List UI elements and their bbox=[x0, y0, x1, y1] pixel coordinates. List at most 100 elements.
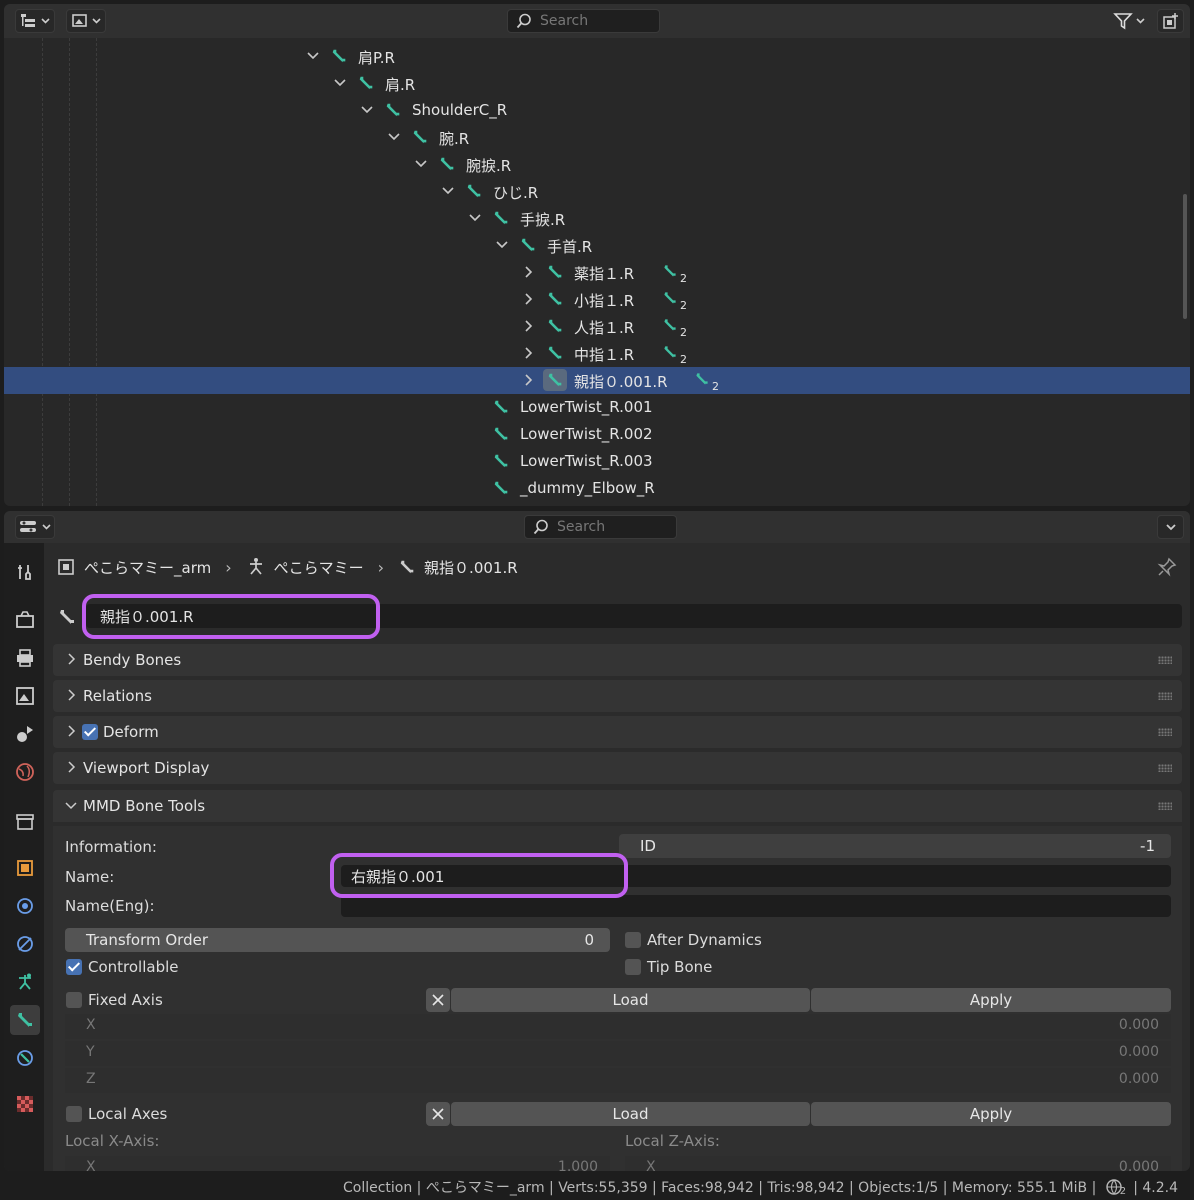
child-bones-icon[interactable] bbox=[662, 344, 678, 362]
fixed-axis-clear-button[interactable] bbox=[426, 988, 450, 1012]
tree-row[interactable]: 肩P.R bbox=[4, 43, 1190, 70]
transform-order-value: 0 bbox=[584, 931, 594, 949]
bone-icon bbox=[492, 209, 510, 227]
tree-row[interactable]: 小指１.R 2 bbox=[4, 286, 1190, 313]
id-field[interactable]: ID -1 bbox=[619, 834, 1171, 858]
tree-row[interactable]: ひじ.R bbox=[4, 178, 1190, 205]
panel-viewport-display[interactable]: Viewport Display bbox=[53, 752, 1182, 784]
editor-type-button[interactable] bbox=[15, 515, 55, 539]
tree-row[interactable]: 薬指１.R 2 bbox=[4, 259, 1190, 286]
tree-row[interactable]: 腕.R bbox=[4, 124, 1190, 151]
tab-constraints[interactable] bbox=[10, 929, 40, 959]
tree-row[interactable]: 人指１.R 2 bbox=[4, 313, 1190, 340]
child-bones-icon[interactable] bbox=[662, 317, 678, 335]
properties-search-field[interactable]: Search bbox=[524, 515, 677, 539]
fixed-axis-apply-button[interactable]: Apply bbox=[811, 988, 1171, 1012]
tree-row[interactable]: LowerTwist_R.003 bbox=[4, 448, 1190, 475]
child-count: 2 bbox=[680, 326, 687, 339]
tree-row[interactable]: LowerTwist_R.001 bbox=[4, 394, 1190, 421]
filter-button[interactable] bbox=[1108, 9, 1150, 33]
tree-row[interactable]: 腕捩.R bbox=[4, 151, 1190, 178]
chevron-down-icon[interactable] bbox=[333, 76, 347, 90]
chevron-right-icon[interactable] bbox=[522, 292, 536, 306]
tab-object[interactable] bbox=[10, 853, 40, 883]
options-dropdown-button[interactable] bbox=[1157, 515, 1184, 539]
drag-grip-icon[interactable] bbox=[1158, 764, 1172, 772]
tree-row[interactable]: 肩.R bbox=[4, 70, 1190, 97]
chevron-down-icon[interactable] bbox=[387, 130, 401, 144]
tab-scene[interactable] bbox=[10, 719, 40, 749]
chevron-right-icon[interactable] bbox=[522, 265, 536, 279]
drag-grip-icon[interactable] bbox=[1158, 692, 1172, 700]
tree-row[interactable]: LowerTwist_R.002 bbox=[4, 421, 1190, 448]
tab-world[interactable] bbox=[10, 757, 40, 787]
drag-grip-icon[interactable] bbox=[1158, 656, 1172, 664]
pin-icon[interactable] bbox=[1157, 557, 1177, 577]
fixed-axis-z-field[interactable]: Z 0.000 bbox=[65, 1068, 1171, 1093]
chevron-down-icon[interactable] bbox=[306, 49, 320, 63]
panel-bendy-bones[interactable]: Bendy Bones bbox=[53, 644, 1182, 676]
after-dynamics-checkbox[interactable] bbox=[625, 932, 641, 948]
tree-row[interactable]: 手首.R bbox=[4, 232, 1190, 259]
bone-icon bbox=[519, 236, 537, 254]
local-axes-load-button[interactable]: Load bbox=[451, 1102, 810, 1126]
tab-render[interactable] bbox=[10, 605, 40, 635]
axis-label: X bbox=[646, 1159, 656, 1171]
tab-armature-data[interactable] bbox=[10, 967, 40, 997]
tree-row[interactable]: _dummy_Elbow_R bbox=[4, 475, 1190, 502]
tree-row-label: _dummy_Elbow_R bbox=[520, 479, 655, 497]
child-bones-icon[interactable] bbox=[662, 290, 678, 308]
tree-row[interactable]: 中指１.R 2 bbox=[4, 340, 1190, 367]
chevron-right-icon[interactable] bbox=[522, 346, 536, 360]
tab-output[interactable] bbox=[10, 643, 40, 673]
chevron-down-icon[interactable] bbox=[495, 238, 509, 252]
tree-row[interactable]: 親指０.001.R 2 bbox=[4, 367, 1190, 394]
fixed-axis-load-button[interactable]: Load bbox=[451, 988, 810, 1012]
outliner-scrollbar[interactable] bbox=[1183, 194, 1187, 319]
new-collection-button[interactable] bbox=[1157, 9, 1184, 33]
transform-order-field[interactable]: Transform Order 0 bbox=[65, 928, 610, 952]
tab-view-layer[interactable] bbox=[10, 681, 40, 711]
tree-row-label: 薬指１.R bbox=[574, 265, 635, 283]
child-count: 2 bbox=[680, 353, 687, 366]
local-axes-apply-button[interactable]: Apply bbox=[811, 1102, 1171, 1126]
chevron-down-icon[interactable] bbox=[468, 211, 482, 225]
local-z-axis-x-field[interactable]: X 0.000 bbox=[625, 1156, 1171, 1171]
deform-checkbox[interactable] bbox=[82, 724, 98, 740]
drag-grip-icon[interactable] bbox=[1158, 802, 1172, 810]
tree-row[interactable]: 手捩.R bbox=[4, 205, 1190, 232]
tree-row[interactable]: ShoulderC_R bbox=[4, 97, 1190, 124]
chevron-right-icon[interactable] bbox=[522, 373, 536, 387]
panel-title: Viewport Display bbox=[83, 759, 210, 777]
fixed-axis-y-field[interactable]: Y 0.000 bbox=[65, 1041, 1171, 1066]
tip-bone-checkbox[interactable] bbox=[625, 959, 641, 975]
tab-tool[interactable] bbox=[10, 557, 40, 587]
tab-bone-constraints[interactable] bbox=[10, 1043, 40, 1073]
tab-texture[interactable] bbox=[10, 1089, 40, 1119]
panel-deform[interactable]: Deform bbox=[53, 716, 1182, 748]
chevron-down-icon[interactable] bbox=[414, 157, 428, 171]
child-bones-icon[interactable] bbox=[662, 263, 678, 281]
chevron-down-icon[interactable] bbox=[441, 184, 455, 198]
local-x-axis-x-field[interactable]: X 1.000 bbox=[65, 1156, 610, 1171]
child-bones-icon[interactable] bbox=[694, 371, 710, 389]
fixed-axis-x-field[interactable]: X 0.000 bbox=[65, 1014, 1171, 1039]
tab-collection[interactable] bbox=[10, 807, 40, 837]
chevron-down-icon bbox=[1136, 18, 1145, 24]
local-axes-clear-button[interactable] bbox=[426, 1102, 450, 1126]
chevron-down-icon[interactable] bbox=[360, 103, 374, 117]
outliner-search-field[interactable]: Search bbox=[507, 9, 660, 33]
mmd-name-eng-field[interactable] bbox=[341, 895, 1171, 917]
editor-type-button[interactable] bbox=[15, 9, 55, 33]
tab-modifiers[interactable] bbox=[10, 891, 40, 921]
panel-mmd-bone-tools[interactable]: MMD Bone Tools bbox=[53, 790, 1182, 822]
fixed-axis-checkbox[interactable] bbox=[66, 992, 82, 1008]
drag-grip-icon[interactable] bbox=[1158, 728, 1172, 736]
bone-icon bbox=[546, 344, 564, 362]
display-mode-button[interactable] bbox=[66, 9, 106, 33]
tab-bone[interactable] bbox=[10, 1005, 40, 1035]
chevron-right-icon[interactable] bbox=[522, 319, 536, 333]
panel-relations[interactable]: Relations bbox=[53, 680, 1182, 712]
local-axes-checkbox[interactable] bbox=[66, 1106, 82, 1122]
controllable-checkbox[interactable] bbox=[66, 959, 82, 975]
